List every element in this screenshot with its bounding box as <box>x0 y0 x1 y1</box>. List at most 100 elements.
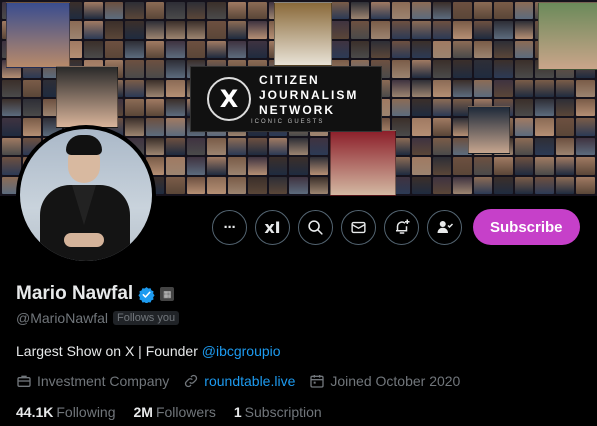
banner-featured-guest <box>468 106 510 154</box>
guest-photo-tile <box>494 79 513 97</box>
guest-photo-tile <box>535 79 554 97</box>
profile-meta: Investment Company roundtable.live Joine… <box>16 373 460 389</box>
guest-photo-tile <box>186 176 206 194</box>
message-button[interactable] <box>341 209 376 245</box>
guest-photo-tile <box>186 157 206 175</box>
guest-photo-tile <box>412 118 431 136</box>
notifications-button[interactable] <box>384 209 419 245</box>
guest-photo-tile <box>125 118 144 136</box>
search-button[interactable] <box>298 209 333 245</box>
guest-photo-tile <box>576 79 595 97</box>
guest-photo-tile <box>207 21 226 39</box>
guest-photo-tile <box>535 137 554 156</box>
guest-photo-tile <box>576 157 595 175</box>
logo-subtitle: ICONIC GUESTS <box>251 119 325 125</box>
guest-photo-tile <box>22 79 42 97</box>
followers-stat[interactable]: 2M Followers <box>134 404 216 420</box>
guest-photo-tile <box>166 137 185 156</box>
display-name: Mario Nawfal <box>16 283 134 304</box>
profile-name-row: Mario Nawfal ▦ <box>16 283 175 305</box>
guest-photo-tile <box>555 79 575 97</box>
guest-photo-tile <box>227 21 247 39</box>
guest-photo-tile <box>125 40 144 59</box>
guest-photo-tile <box>412 176 431 194</box>
profile-actions: ··· xI Subscribe <box>212 209 580 245</box>
guest-photo-tile <box>125 79 144 97</box>
guest-photo-tile <box>248 176 267 194</box>
guest-photo-tile <box>289 157 308 175</box>
guest-photo-tile <box>453 2 472 20</box>
guest-photo-tile <box>514 118 534 136</box>
guest-photo-tile <box>514 40 534 59</box>
guest-photo-tile <box>166 60 185 78</box>
guest-photo-tile <box>289 176 308 194</box>
guest-photo-tile <box>391 21 411 39</box>
guest-photo-tile <box>207 176 226 194</box>
guest-photo-tile <box>248 2 267 20</box>
joined-item: Joined October 2020 <box>309 373 460 389</box>
profile-avatar[interactable] <box>16 125 156 265</box>
guest-photo-tile <box>145 2 165 20</box>
guest-photo-tile <box>453 157 472 175</box>
guest-photo-tile <box>412 2 431 20</box>
category-item: Investment Company <box>16 373 169 389</box>
guest-photo-tile <box>412 40 431 59</box>
guest-photo-tile <box>514 137 534 156</box>
website-item: roundtable.live <box>183 373 295 389</box>
affiliate-org-icon[interactable]: ▦ <box>160 287 175 301</box>
guest-photo-tile <box>125 98 144 117</box>
guest-photo-tile <box>412 21 431 39</box>
guest-photo-tile <box>145 40 165 59</box>
guest-photo-tile <box>494 40 513 59</box>
grok-icon: xI <box>264 217 281 237</box>
guest-photo-tile <box>2 157 21 175</box>
more-options-button[interactable]: ··· <box>212 209 247 245</box>
guest-photo-tile <box>227 137 247 156</box>
guest-photo-tile <box>535 98 554 117</box>
guest-photo-tile <box>412 79 431 97</box>
grok-button[interactable]: xI <box>255 209 290 245</box>
guest-photo-tile <box>125 21 144 39</box>
verified-badge-icon[interactable] <box>138 286 155 303</box>
guest-photo-tile <box>391 98 411 117</box>
guest-photo-tile <box>268 157 288 175</box>
guest-photo-tile <box>473 157 493 175</box>
guest-photo-tile <box>248 157 267 175</box>
guest-photo-tile <box>514 176 534 194</box>
bio-text: Largest Show on X | Founder <box>16 343 202 359</box>
username-handle: @MarioNawfal <box>16 310 109 326</box>
guest-photo-tile <box>494 2 513 20</box>
follow-status-button[interactable] <box>427 209 462 245</box>
guest-photo-tile <box>555 98 575 117</box>
guest-photo-tile <box>453 176 472 194</box>
guest-photo-tile <box>473 60 493 78</box>
guest-photo-tile <box>166 21 185 39</box>
guest-photo-tile <box>432 98 452 117</box>
citizen-journalism-network-logo: X CITIZEN JOURNALISM NETWORK ICONIC GUES… <box>190 66 382 132</box>
guest-photo-tile <box>145 79 165 97</box>
guest-photo-tile <box>473 176 493 194</box>
subscriptions-stat[interactable]: 1 Subscription <box>234 404 322 420</box>
guest-photo-tile <box>166 79 185 97</box>
guest-photo-tile <box>186 2 206 20</box>
guest-photo-tile <box>2 137 21 156</box>
guest-photo-tile <box>432 79 452 97</box>
guest-photo-tile <box>227 2 247 20</box>
guest-photo-tile <box>453 60 472 78</box>
guest-photo-tile <box>555 137 575 156</box>
guest-photo-tile <box>391 40 411 59</box>
subscribe-button[interactable]: Subscribe <box>473 209 580 245</box>
website-link[interactable]: roundtable.live <box>204 373 295 389</box>
following-stat[interactable]: 44.1K Following <box>16 404 116 420</box>
guest-photo-tile <box>432 21 452 39</box>
guest-photo-tile <box>207 137 226 156</box>
guest-photo-tile <box>473 79 493 97</box>
guest-photo-tile <box>268 137 288 156</box>
guest-photo-tile <box>494 176 513 194</box>
guest-photo-tile <box>514 79 534 97</box>
guest-photo-tile <box>514 60 534 78</box>
guest-photo-tile <box>186 21 206 39</box>
bio-mention-link[interactable]: @ibcgroupio <box>202 343 281 359</box>
guest-photo-tile <box>432 157 452 175</box>
guest-photo-tile <box>350 21 370 39</box>
